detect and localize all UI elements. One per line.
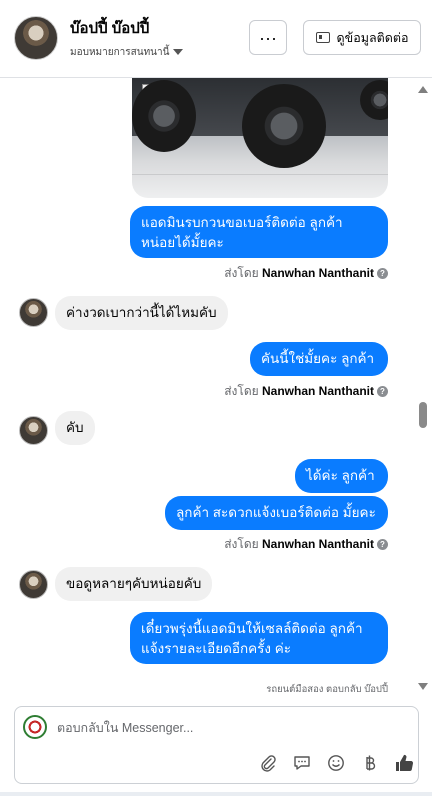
- message-thread[interactable]: แอดมินรบกวนขอเบอร์ติดต่อ ลูกค้า หน่อยได้…: [0, 78, 432, 698]
- info-icon[interactable]: ?: [377, 539, 388, 551]
- contact-card-icon: [315, 32, 330, 43]
- scroll-down-arrow-icon[interactable]: [418, 683, 428, 690]
- scrollbar-thumb[interactable]: [419, 402, 427, 428]
- view-contact-info-button[interactable]: ดูข้อมูลติดต่อ: [303, 20, 421, 55]
- sent-by-label: ส่งโดย Nanwhan Nanthanit?: [224, 264, 388, 283]
- sent-by-name: Nanwhan Nanthanit: [261, 384, 374, 398]
- more-options-label: ···: [259, 27, 277, 48]
- scroll-up-arrow-icon[interactable]: [418, 86, 428, 93]
- rear-tire-shape: [242, 84, 326, 168]
- caret-down-icon: [173, 49, 184, 56]
- info-icon[interactable]: ?: [377, 386, 388, 398]
- message-line: แอดมินรบกวนขอเบอร์ติดต่อ ลูกค้า: [141, 215, 343, 230]
- baht-icon[interactable]: [359, 752, 381, 774]
- front-tire-shape: [132, 80, 196, 152]
- assign-label: มอบหมายการสนทนานี้: [70, 47, 170, 58]
- reply-note: รถยนต์มือสอง ตอบกลับ บ๊อปปี้: [266, 684, 388, 695]
- outgoing-message[interactable]: เดี๋ยวพรุ่งนี้แอดมินให้เซลล์ติดต่อ ลูกค้…: [130, 612, 388, 664]
- contact-name[interactable]: บ๊อปปี้ บ๊อปปี้: [70, 16, 149, 40]
- outgoing-message[interactable]: ได้ค่ะ ลูกค้า: [295, 459, 388, 493]
- sent-by-label: ส่งโดย Nanwhan Nanthanit?: [224, 535, 388, 554]
- message-line: หน่อยได้มั้ยคะ: [141, 235, 224, 250]
- contact-avatar-small[interactable]: [19, 416, 48, 445]
- emoji-icon[interactable]: [325, 752, 347, 774]
- incoming-message[interactable]: ค่างวดเบากว่านี้ได้ไหมคับ: [55, 296, 228, 330]
- outgoing-message[interactable]: แอดมินรบกวนขอเบอร์ติดต่อ ลูกค้า หน่อยได้…: [130, 206, 388, 258]
- paperclip-icon[interactable]: [257, 752, 279, 774]
- conversation-header: บ๊อปปี้ บ๊อปปี้ มอบหมายการสนทนานี้ ··· ด…: [0, 0, 432, 78]
- sent-by-label: ส่งโดย Nanwhan Nanthanit?: [224, 382, 388, 401]
- sent-by-name: Nanwhan Nanthanit: [261, 537, 374, 551]
- sent-by-prefix: ส่งโดย: [224, 266, 259, 280]
- reply-input[interactable]: [57, 717, 397, 739]
- view-contact-info-label: ดูข้อมูลติดต่อ: [336, 30, 409, 45]
- outgoing-message[interactable]: ลูกค้า สะดวกแจ้งเบอร์ติดต่อ มั้ยคะ: [165, 496, 388, 530]
- thumbs-up-icon[interactable]: [393, 752, 415, 774]
- shared-car-photo[interactable]: [132, 78, 388, 198]
- sent-by-name: Nanwhan Nanthanit: [261, 266, 374, 280]
- outgoing-message[interactable]: คันนี้ใช่มั้ยคะ ลูกค้า: [250, 342, 388, 376]
- message-line: เดี๋ยวพรุ่งนี้แอดมินให้เซลล์ติดต่อ ลูกค้…: [141, 621, 363, 636]
- info-icon[interactable]: ?: [377, 268, 388, 280]
- showroom-floor-line: [132, 174, 388, 175]
- more-options-button[interactable]: ···: [249, 20, 287, 55]
- page-avatar: [23, 715, 47, 739]
- message-line: แจ้งรายละเอียดอีกครั้ง ค่ะ: [141, 641, 292, 656]
- incoming-message[interactable]: คับ: [55, 411, 95, 445]
- assign-conversation-dropdown[interactable]: มอบหมายการสนทนานี้: [70, 45, 184, 60]
- composer-toolbar: [257, 751, 417, 775]
- contact-avatar-small[interactable]: [19, 298, 48, 327]
- message-composer: [14, 706, 419, 784]
- bottom-strip: [0, 792, 432, 796]
- sent-by-prefix: ส่งโดย: [224, 384, 259, 398]
- saved-reply-icon[interactable]: [291, 752, 313, 774]
- contact-avatar-small[interactable]: [19, 570, 48, 599]
- sent-by-prefix: ส่งโดย: [224, 537, 259, 551]
- incoming-message[interactable]: ขอดูหลายๆคับหน่อยคับ: [55, 567, 213, 601]
- contact-avatar[interactable]: [14, 16, 58, 60]
